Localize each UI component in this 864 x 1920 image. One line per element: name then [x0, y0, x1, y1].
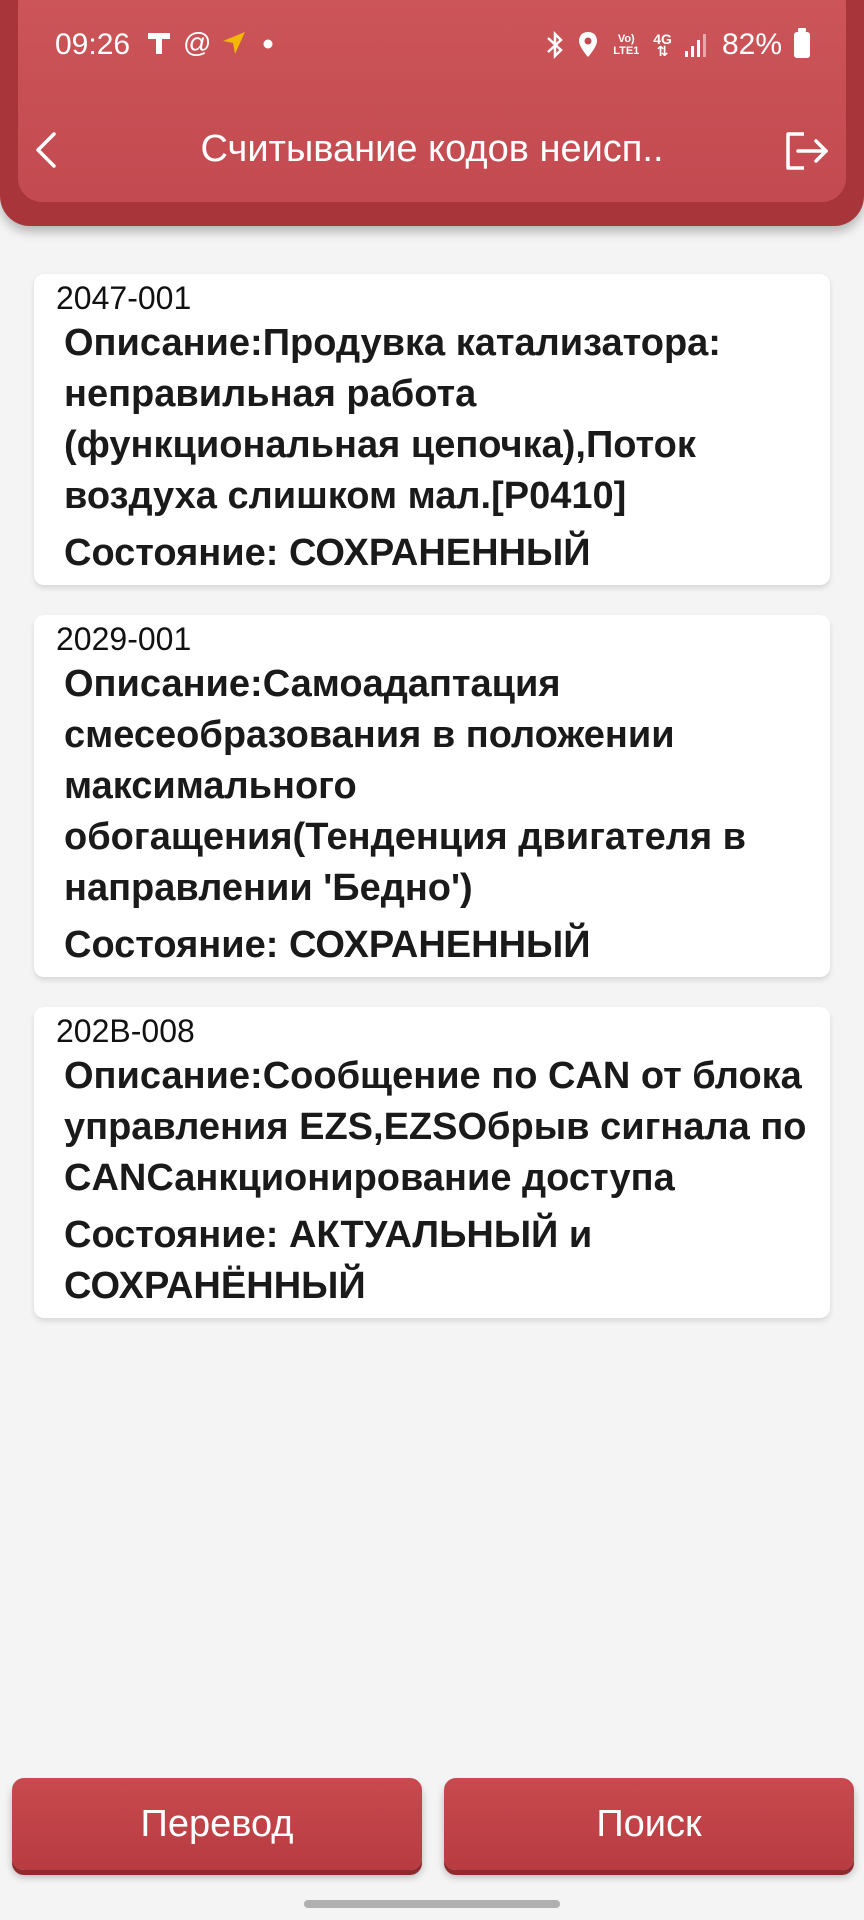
network-type-icon: 4G ⇅	[653, 32, 672, 59]
fault-state: Состояние: АКТУАЛЬНЫЙ и СОХРАНЁННЫЙ	[64, 1214, 593, 1307]
bluetooth-icon	[547, 30, 564, 60]
fault-card[interactable]: 2029-001 Описание:Самоадаптация смесеобр…	[34, 615, 830, 977]
fault-card[interactable]: 202B-008 Описание:Сообщение по CAN от бл…	[34, 1007, 830, 1318]
search-button[interactable]: Поиск	[444, 1778, 854, 1870]
battery-icon	[794, 28, 810, 58]
battery-percent: 82%	[721, 28, 782, 61]
exit-icon[interactable]	[782, 130, 830, 172]
status-left-icons: @	[145, 28, 279, 58]
header: 09:26 @ Vo) LTE1 4G ⇅ 82% Считывание код…	[0, 0, 864, 226]
status-bar: 09:26 @ Vo) LTE1 4G ⇅ 82%	[0, 0, 864, 92]
bottom-action-bar: Перевод Поиск	[0, 1762, 864, 1920]
signal-icon	[684, 34, 706, 57]
status-time: 09:26	[55, 28, 131, 61]
back-arrow-icon[interactable]	[28, 128, 68, 172]
fault-code: 202B-008	[56, 1013, 195, 1049]
fault-code-list: 2047-001 Описание:Продувка катализатора:…	[34, 274, 830, 1348]
fault-description: Описание:Продувка катализатора: неправил…	[64, 322, 721, 517]
navigation-bar: Считывание кодов неисп..	[0, 110, 864, 190]
translate-button[interactable]: Перевод	[12, 1778, 422, 1870]
fault-description: Описание:Сообщение по CAN от блока управ…	[64, 1055, 807, 1199]
home-indicator[interactable]	[304, 1900, 560, 1908]
navigation-arrow-icon	[223, 32, 246, 54]
volte-icon: Vo) LTE1	[613, 33, 640, 57]
fault-description: Описание:Самоадаптация смесеобразования …	[64, 663, 747, 909]
fault-state: Состояние: СОХРАНЕННЫЙ	[64, 532, 591, 574]
fault-state: Состояние: СОХРАНЕННЫЙ	[64, 924, 591, 966]
location-icon	[579, 32, 598, 57]
fault-code: 2047-001	[56, 280, 192, 316]
page-title: Считывание кодов неисп..	[200, 128, 664, 170]
data-arrows-icon: ⇅	[656, 43, 669, 59]
fault-code: 2029-001	[56, 621, 192, 657]
at-sign-icon: @	[183, 27, 212, 58]
app-screen: 09:26 @ Vo) LTE1 4G ⇅ 82% Считывание код…	[0, 0, 864, 1920]
fault-card[interactable]: 2047-001 Описание:Продувка катализатора:…	[34, 274, 830, 585]
status-right-icons: Vo) LTE1 4G ⇅ 82%	[545, 28, 810, 62]
notification-dot-icon	[263, 39, 273, 49]
t2-icon	[148, 33, 170, 54]
